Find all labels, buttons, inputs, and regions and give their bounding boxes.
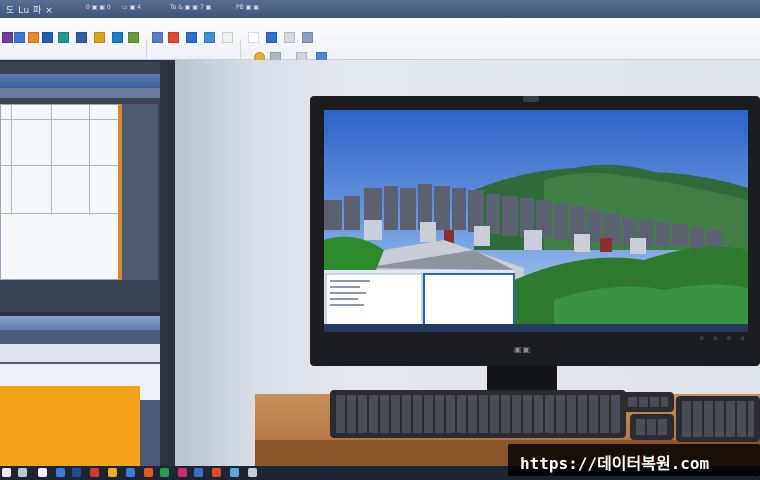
- cad-window-toolbar[interactable]: [0, 88, 160, 98]
- ribbon-tool-icon[interactable]: [152, 32, 163, 43]
- grid-line: [51, 105, 52, 215]
- ribbon-toolbar: [0, 18, 760, 74]
- orange-panel: [0, 386, 140, 466]
- toolbar-group-2[interactable]: ▭ ▣ 4: [122, 4, 141, 11]
- ribbon-tool-icon[interactable]: [284, 32, 295, 43]
- app-title-bar: 도 Lu 파 × 0 ▣ ▣ 0 ▭ ▣ 4 To & ▣ ▣ 7 ▣ PB ▣…: [0, 0, 760, 18]
- taskbar-app-icon[interactable]: [108, 468, 117, 477]
- monitor-buttons[interactable]: o o o o: [700, 335, 748, 342]
- keyboard-keys: [636, 419, 668, 435]
- ribbon-tool-icon[interactable]: [128, 32, 139, 43]
- grid-line: [89, 105, 90, 215]
- toolbar-group-3[interactable]: To & ▣ ▣ 7 ▣: [170, 4, 211, 11]
- taskbar-app-icon[interactable]: [18, 468, 27, 477]
- taskbar-app-icon[interactable]: [178, 468, 187, 477]
- monitor-screen: [324, 110, 748, 332]
- drawing-sheet[interactable]: [0, 104, 121, 280]
- ribbon-tool-icon[interactable]: [76, 32, 87, 43]
- toolbar-group-1[interactable]: 0 ▣ ▣ 0: [86, 4, 111, 11]
- ribbon-tool-icon[interactable]: [248, 32, 259, 43]
- ribbon-tool-icon[interactable]: [58, 32, 69, 43]
- grid-line: [1, 119, 121, 120]
- ribbon-tool-icon[interactable]: [42, 32, 53, 43]
- taskbar-app-icon[interactable]: [212, 468, 221, 477]
- grid-line: [1, 165, 121, 166]
- ribbon-tool-icon[interactable]: [14, 32, 25, 43]
- ribbon-tool-icon[interactable]: [2, 32, 13, 43]
- webcam: [523, 96, 539, 102]
- arrow-key-cluster: [630, 414, 674, 440]
- ribbon-tool-icon[interactable]: [186, 32, 197, 43]
- taskbar-app-icon[interactable]: [194, 468, 203, 477]
- taskbar-app-icon[interactable]: [90, 468, 99, 477]
- app-title: 도 Lu 파 ×: [6, 6, 54, 16]
- ribbon-tool-icon[interactable]: [266, 32, 277, 43]
- keyboard-icon: [330, 390, 626, 438]
- keyboard-keys: [682, 401, 754, 437]
- ribbon-tool-icon[interactable]: [222, 32, 233, 43]
- keyboard-keys: [336, 395, 620, 433]
- taskbar-app-icon[interactable]: [2, 468, 11, 477]
- taskbar-app-icon[interactable]: [72, 468, 81, 477]
- ribbon-tool-icon[interactable]: [94, 32, 105, 43]
- numpad: [676, 396, 760, 442]
- watermark-url: https://데이터복원.com: [520, 454, 710, 473]
- ribbon-tool-icon[interactable]: [168, 32, 179, 43]
- nav-key-cluster: [622, 392, 674, 412]
- toolbar-group-4[interactable]: PB ▣ ▣: [236, 4, 259, 11]
- watermark: https://데이터복원.com: [508, 444, 760, 476]
- ribbon-tool-icon[interactable]: [302, 32, 313, 43]
- grid-line: [11, 105, 12, 215]
- keyboard-keys: [628, 397, 668, 407]
- secondary-window-title-bar[interactable]: [0, 316, 160, 330]
- ribbon-tool-icon[interactable]: [112, 32, 123, 43]
- city-render-icon: [324, 110, 748, 332]
- taskbar-app-icon[interactable]: [160, 468, 169, 477]
- taskbar-app-icon[interactable]: [248, 468, 257, 477]
- taskbar-app-icon[interactable]: [144, 468, 153, 477]
- ribbon-tool-icon[interactable]: [28, 32, 39, 43]
- properties-panel[interactable]: [122, 104, 158, 280]
- taskbar-app-icon[interactable]: [126, 468, 135, 477]
- taskbar-app-icon[interactable]: [230, 468, 239, 477]
- ribbon-tool-icon[interactable]: [204, 32, 215, 43]
- grid-line: [1, 213, 121, 214]
- taskbar-app-icon[interactable]: [38, 468, 47, 477]
- monitor-brand-logo: ▣▣: [514, 345, 532, 354]
- wall-pillar: [175, 60, 255, 480]
- taskbar-app-icon[interactable]: [56, 468, 65, 477]
- secondary-window-toolbar[interactable]: [0, 344, 160, 362]
- cad-window-title-bar[interactable]: [0, 74, 160, 88]
